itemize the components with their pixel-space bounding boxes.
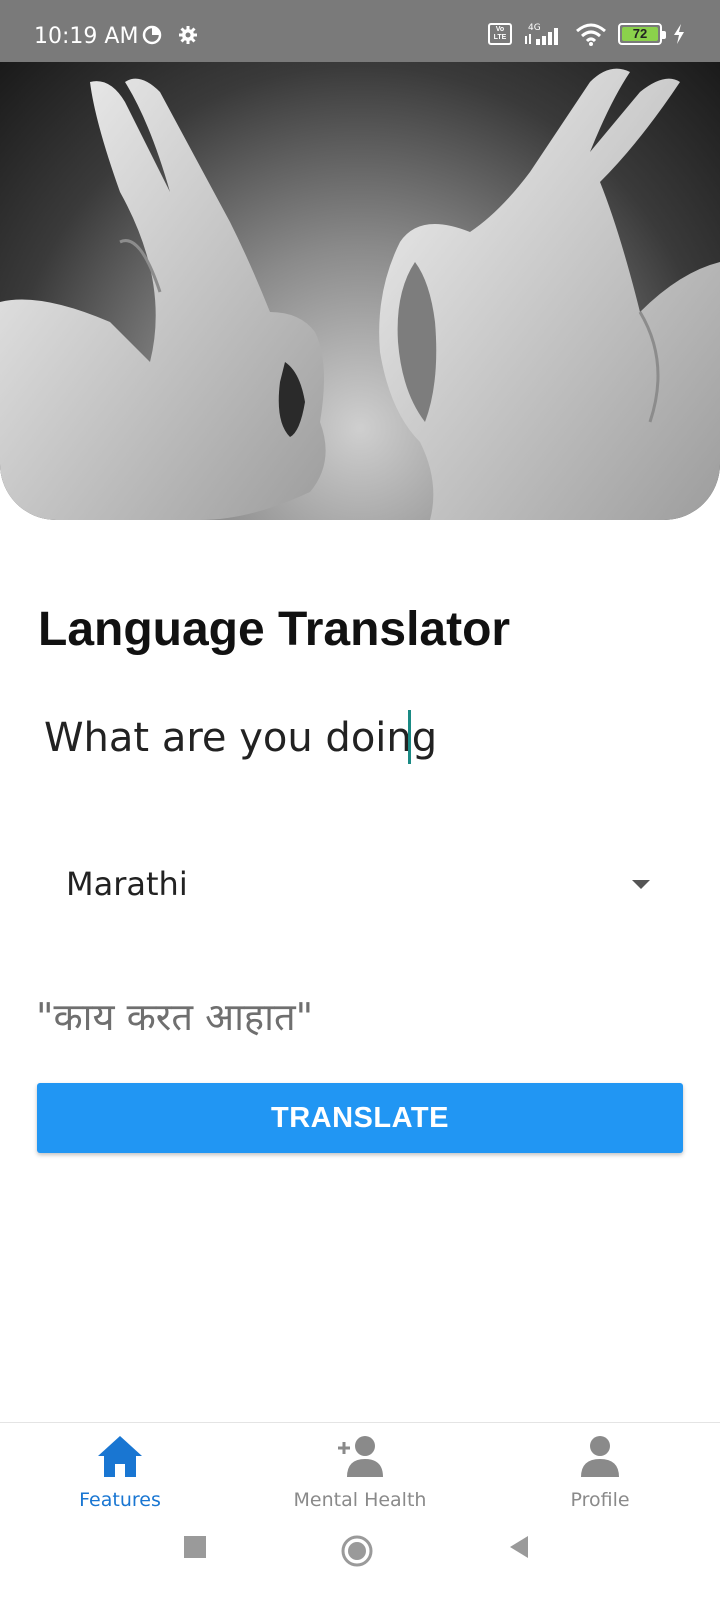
bottom-navigation: Features Mental Health Profile bbox=[0, 1422, 720, 1522]
nav-item-features[interactable]: Features bbox=[20, 1431, 220, 1511]
chevron-down-icon bbox=[632, 879, 650, 889]
nav-item-profile[interactable]: Profile bbox=[500, 1431, 700, 1511]
add-person-icon bbox=[338, 1436, 383, 1477]
wifi-icon bbox=[576, 23, 606, 46]
system-navigation-bar bbox=[0, 1522, 720, 1600]
translate-button[interactable]: TRANSLATE bbox=[37, 1083, 683, 1153]
screen: 10:19 AM Vo LTE 4G 72 Language Translato… bbox=[0, 0, 720, 1600]
language-dropdown[interactable]: Marathi bbox=[66, 856, 660, 912]
data-saver-icon bbox=[142, 25, 162, 45]
nav-label-profile: Profile bbox=[570, 1489, 630, 1511]
input-container bbox=[44, 702, 684, 774]
network-type: 4G bbox=[528, 23, 541, 33]
back-triangle-icon[interactable] bbox=[506, 1534, 532, 1560]
translation-result: "काय करत आहात" bbox=[36, 995, 314, 1039]
battery-level: 72 bbox=[622, 27, 658, 41]
recents-square-icon[interactable] bbox=[182, 1534, 208, 1560]
person-icon bbox=[581, 1436, 619, 1477]
hero-image bbox=[0, 62, 720, 520]
nav-item-mental-health[interactable]: Mental Health bbox=[260, 1431, 460, 1511]
page-title: Language Translator bbox=[38, 603, 511, 656]
nav-label-features: Features bbox=[79, 1489, 161, 1511]
status-time: 10:19 AM bbox=[34, 24, 139, 49]
settings-gear-icon bbox=[179, 26, 197, 44]
status-bar: 10:19 AM Vo LTE 4G 72 bbox=[0, 0, 720, 62]
nav-label-mental-health: Mental Health bbox=[293, 1489, 427, 1511]
signal-icon: 4G bbox=[525, 23, 558, 45]
hands-mouth-ear-illustration bbox=[0, 68, 720, 520]
text-caret bbox=[408, 710, 411, 764]
battery-icon: 72 bbox=[618, 23, 666, 45]
home-circle-icon[interactable] bbox=[340, 1534, 374, 1568]
source-text-input[interactable] bbox=[44, 702, 684, 774]
charging-icon bbox=[674, 24, 684, 44]
home-icon bbox=[98, 1436, 142, 1477]
selected-language: Marathi bbox=[66, 865, 188, 903]
volte-icon: Vo LTE bbox=[488, 23, 512, 45]
